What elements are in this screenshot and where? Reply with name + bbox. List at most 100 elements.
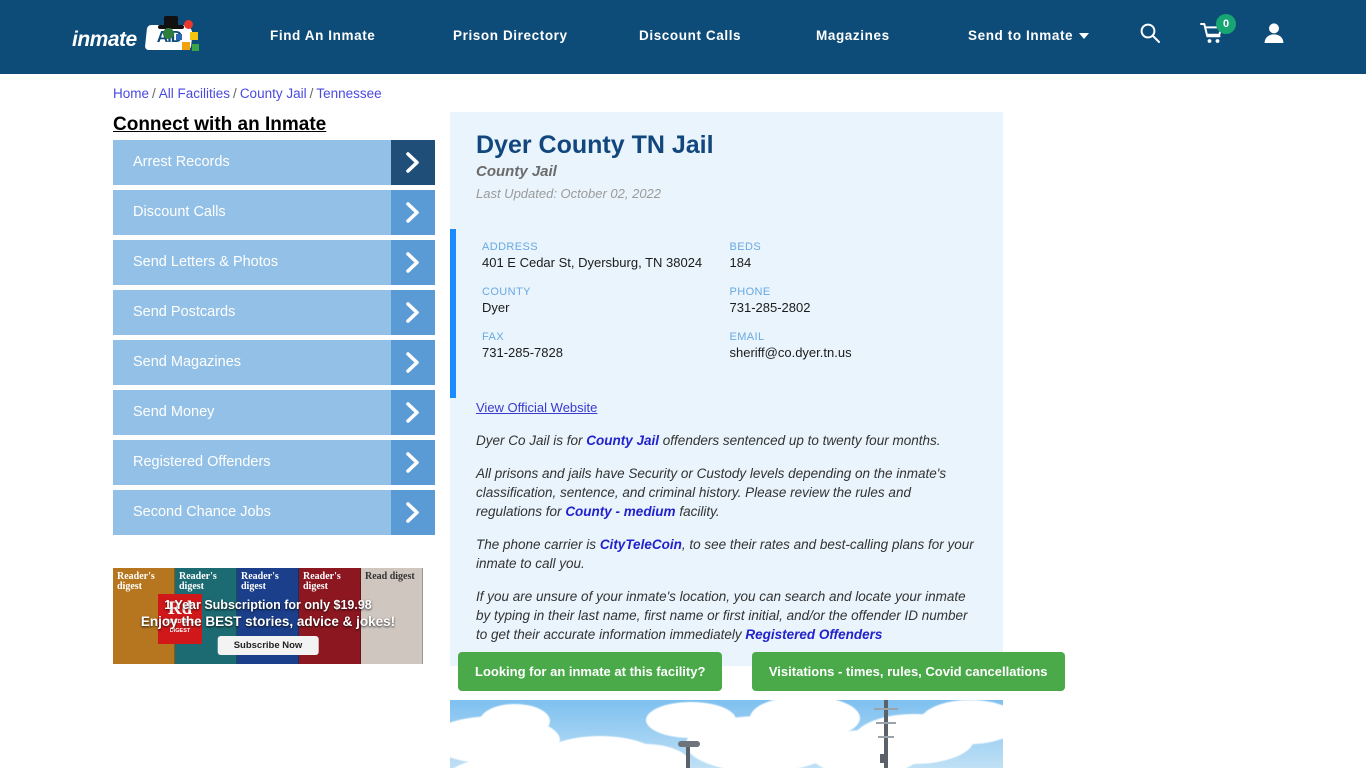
description-paragraph-2: All prisons and jails have Security or C… <box>476 464 977 521</box>
view-official-website-link[interactable]: View Official Website <box>476 400 597 415</box>
breadcrumb-separator: / <box>233 86 237 101</box>
field-value: 184 <box>729 255 752 270</box>
facility-field-address: ADDRESS 401 E Cedar St, Dyersburg, TN 38… <box>482 241 730 270</box>
sidebar-item-label: Send Magazines <box>133 354 242 370</box>
desc-text: Dyer Co Jail is for <box>476 433 587 448</box>
logo-confetti-icon <box>176 34 182 40</box>
user-account-icon[interactable] <box>1264 22 1284 49</box>
ad-cover-title: Reader's digest <box>117 571 155 592</box>
logo-hat-icon <box>158 16 184 29</box>
logo-character-icon <box>163 28 174 39</box>
breadcrumb-item-all-facilities[interactable]: All Facilities <box>159 86 230 101</box>
sidebar-item-label: Second Chance Jobs <box>133 504 271 520</box>
sidebar-item-label: Send Money <box>133 404 215 420</box>
field-value: 731-285-7828 <box>482 345 563 360</box>
facility-photo <box>450 700 1003 768</box>
chevron-right-icon <box>391 340 435 385</box>
facility-field-beds: BEDS 184 <box>730 241 978 270</box>
breadcrumb-separator: / <box>152 86 156 101</box>
sidebar-item-label: Send Letters & Photos <box>133 254 279 270</box>
nav-item-send-to-inmate-label: Send to Inmate <box>968 28 1074 43</box>
field-value: Dyer <box>482 300 510 315</box>
breadcrumb-item-home[interactable]: Home <box>113 86 149 101</box>
ad-cover-title: Reader's digest <box>241 571 279 592</box>
sidebar-item-label: Discount Calls <box>133 204 226 220</box>
facility-details: ADDRESS 401 E Cedar St, Dyersburg, TN 38… <box>450 229 1003 398</box>
site-logo[interactable]: inmate AID <box>72 16 199 58</box>
field-label: BEDS <box>729 241 762 253</box>
logo-confetti-icon <box>190 32 198 40</box>
sidebar-item-second-chance-jobs[interactable]: Second Chance Jobs <box>113 490 435 535</box>
facility-type: County Jail <box>476 163 557 180</box>
logo-wordmark: inmate <box>72 28 137 51</box>
ad-cover-title: Read digest <box>365 571 415 582</box>
visitations-button[interactable]: Visitations - times, rules, Covid cancel… <box>751 652 1065 691</box>
chevron-right-icon <box>391 390 435 435</box>
field-label: ADDRESS <box>482 241 538 253</box>
chevron-right-icon <box>391 490 435 535</box>
sidebar-ad-banner[interactable]: Reader's digest Reader's digest Reader's… <box>113 568 423 664</box>
breadcrumb-separator: / <box>309 86 314 101</box>
field-value: 401 E Cedar St, Dyersburg, TN 38024 <box>482 255 703 270</box>
sidebar-item-discount-calls[interactable]: Discount Calls <box>113 190 435 235</box>
sidebar-item-registered-offenders[interactable]: Registered Offenders <box>113 440 435 485</box>
field-value: 731-285-2802 <box>729 300 811 315</box>
facility-field-fax: FAX 731-285-7828 <box>482 331 730 360</box>
facility-last-updated: Last Updated: October 02, 2022 <box>476 186 662 201</box>
sidebar-item-send-magazines[interactable]: Send Magazines <box>113 340 435 385</box>
facility-header: Dyer County TN Jail County Jail Last Upd… <box>450 112 1003 211</box>
facility-field-county: COUNTY Dyer <box>482 286 730 315</box>
link-registered-offenders[interactable]: Registered Offenders <box>745 627 882 642</box>
sidebar-item-label: Registered Offenders <box>133 454 271 470</box>
field-value: sheriff@co.dyer.tn.us <box>729 345 852 360</box>
chevron-right-icon <box>391 190 435 235</box>
cart-count-badge: 0 <box>1216 14 1236 34</box>
ad-cover-title: Reader's digest <box>303 571 341 592</box>
field-label: PHONE <box>729 286 771 298</box>
facility-panel: Dyer County TN Jail County Jail Last Upd… <box>450 112 1003 666</box>
search-icon[interactable] <box>1139 22 1161 49</box>
nav-item-magazines[interactable]: Magazines <box>816 28 890 43</box>
ad-subheadline: Enjoy the BEST stories, advice & jokes! <box>140 614 396 629</box>
sidebar-item-arrest-records[interactable]: Arrest Records <box>113 140 435 185</box>
chevron-right-icon <box>391 290 435 335</box>
description-paragraph-1: Dyer Co Jail is for County Jail offender… <box>476 431 977 450</box>
sidebar-item-send-letters-photos[interactable]: Send Letters & Photos <box>113 240 435 285</box>
breadcrumb-item-tennessee[interactable]: Tennessee <box>316 86 381 101</box>
desc-text: offenders sentenced up to twenty four mo… <box>659 433 941 448</box>
ad-subscribe-button[interactable]: Subscribe Now <box>217 636 319 655</box>
facility-field-email: EMAIL sheriff@co.dyer.tn.us <box>730 331 978 360</box>
facility-field-phone: PHONE 731-285-2802 <box>730 286 978 315</box>
ad-headline: 1 Year Subscription for only $19.98 <box>164 598 372 612</box>
description-paragraph-4: If you are unsure of your inmate's locat… <box>476 587 977 644</box>
nav-item-send-to-inmate[interactable]: Send to Inmate <box>968 28 1090 43</box>
link-county-jail[interactable]: County Jail <box>586 433 659 448</box>
link-cityteleCoin[interactable]: CityTeleCoin <box>600 537 682 552</box>
cta-button-row: Looking for an inmate at this facility? … <box>458 652 1090 691</box>
desc-text: If you are unsure of your inmate's locat… <box>476 589 968 642</box>
logo-confetti-icon <box>192 44 199 51</box>
breadcrumb: Home / All Facilities / County Jail / Tennesse… <box>113 86 382 101</box>
chevron-right-icon <box>391 140 435 185</box>
sidebar-item-send-postcards[interactable]: Send Postcards <box>113 290 435 335</box>
nav-item-find-an-inmate[interactable]: Find An Inmate <box>270 28 375 43</box>
cart-icon[interactable]: 0 <box>1200 14 1236 49</box>
facility-details-right-column: BEDS 184 PHONE 731-285-2802 EMAIL sherif… <box>730 241 978 376</box>
chevron-down-icon <box>1079 33 1090 40</box>
site-header: inmate AID Find An Inmate Prison Directo… <box>0 0 1366 74</box>
page-title: Dyer County TN Jail <box>476 131 714 159</box>
sidebar-item-label: Send Postcards <box>133 304 236 320</box>
sidebar-item-label: Arrest Records <box>133 154 230 170</box>
desc-text: facility. <box>675 504 720 519</box>
sidebar-item-send-money[interactable]: Send Money <box>113 390 435 435</box>
sidebar-title: Connect with an Inmate <box>113 114 327 135</box>
find-inmate-button[interactable]: Looking for an inmate at this facility? <box>458 652 723 691</box>
link-county-medium[interactable]: County - medium <box>565 504 675 519</box>
sidebar-menu: Arrest Records Discount Calls Send Lette… <box>113 140 435 540</box>
nav-item-discount-calls[interactable]: Discount Calls <box>639 28 741 43</box>
logo-confetti-icon <box>182 42 190 50</box>
chevron-right-icon <box>391 240 435 285</box>
field-label: EMAIL <box>729 331 765 343</box>
nav-item-prison-directory[interactable]: Prison Directory <box>453 28 568 43</box>
breadcrumb-item-county-jail[interactable]: County Jail <box>240 86 307 101</box>
